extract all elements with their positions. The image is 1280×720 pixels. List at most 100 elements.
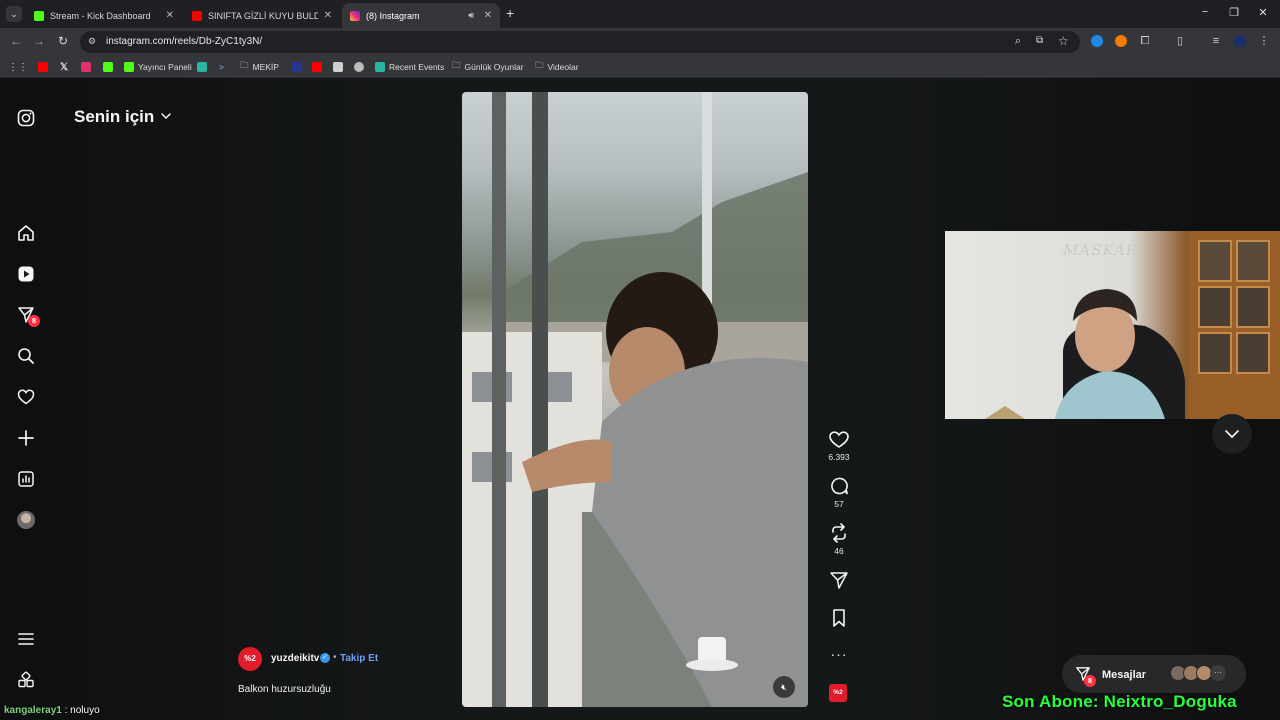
bookmark-instagram[interactable]: [81, 61, 95, 73]
speaker-icon[interactable]: 🔊︎: [468, 10, 474, 21]
reel-caption: Balkon huzursuzluğu: [238, 684, 331, 695]
bookmark-blue[interactable]: [292, 61, 306, 73]
bookmark-image[interactable]: [333, 61, 347, 73]
bookmark-kick[interactable]: [103, 61, 117, 73]
reel-video-scene: [462, 92, 808, 707]
share-icon[interactable]: [826, 570, 852, 590]
heart-icon[interactable]: [17, 388, 35, 406]
bookmark-yayinci-paneli[interactable]: Yayıncı Paneli: [124, 61, 192, 73]
bookmark-arrow[interactable]: >: [219, 61, 224, 73]
folder-icon: 🗀︎: [240, 60, 249, 70]
kick-icon: [103, 62, 113, 72]
url-text: instagram.com/reels/Db-ZyC1ty3N/: [106, 36, 263, 47]
bookmark-circle[interactable]: [354, 61, 368, 73]
webcam-overlay: MASKAR: [945, 231, 1280, 419]
bookmark-mekip[interactable]: 🗀︎ MEKİP: [240, 60, 279, 73]
like-icon[interactable]: [826, 429, 852, 449]
youtube-icon: [38, 62, 48, 72]
author-username[interactable]: yuzdeikitv: [271, 653, 319, 664]
profile-avatar-icon[interactable]: [1234, 35, 1246, 47]
close-icon[interactable]: ✕: [484, 10, 492, 21]
kick-icon: [34, 10, 44, 21]
bookmark-label: Recent Events: [389, 62, 445, 72]
media-controls-icon[interactable]: ≡: [1210, 35, 1222, 47]
side-panel-icon[interactable]: ▯: [1174, 35, 1186, 47]
bookmark-x[interactable]: 𝕏: [60, 61, 68, 73]
bookmarks-bar: ⋮⋮ 𝕏 Yayıncı Paneli > 🗀︎ MEKİP Recent Ev…: [0, 56, 1280, 78]
webcam-scene: [985, 231, 1280, 419]
more-options-icon[interactable]: ···: [826, 646, 852, 662]
profile-avatar[interactable]: [17, 511, 35, 529]
close-icon[interactable]: ✕: [324, 10, 332, 21]
tab-search-button[interactable]: ⌄: [6, 6, 22, 22]
repost-icon[interactable]: [826, 523, 852, 543]
messages-pill[interactable]: 8 ···: [1062, 655, 1246, 693]
new-tab-button[interactable]: +: [506, 5, 514, 21]
webcam-wall-sign: MASKAR: [1063, 241, 1139, 259]
audio-thumbnail[interactable]: %2: [829, 684, 847, 702]
window-close-icon[interactable]: ✕: [1256, 6, 1270, 19]
site-settings-icon[interactable]: ⚙: [88, 36, 96, 47]
extension-blue-icon[interactable]: [1091, 35, 1103, 47]
chevron-down-icon[interactable]: [160, 110, 172, 122]
streamelements-icon: [197, 62, 207, 72]
bookmark-streamelements[interactable]: [197, 61, 211, 73]
minimize-icon[interactable]: −: [1198, 6, 1212, 18]
collapse-button[interactable]: [1212, 414, 1252, 454]
zoom-icon[interactable]: ⌕: [1015, 35, 1021, 48]
bookmark-youtube-2[interactable]: [312, 61, 326, 73]
notification-badge: 8: [28, 315, 40, 327]
repost-count: 46: [834, 546, 844, 556]
x-icon: 𝕏: [60, 61, 69, 73]
forward-icon[interactable]: →: [32, 34, 46, 48]
bookmark-videolar[interactable]: 🗀︎ Videolar: [535, 60, 579, 73]
bookmark-label: Videolar: [547, 62, 579, 72]
chat-message: : noluyo: [61, 705, 100, 716]
bookmark-star-icon[interactable]: ☆: [1058, 34, 1069, 48]
extension-orange-icon[interactable]: [1115, 35, 1127, 47]
home-icon[interactable]: [17, 224, 35, 242]
reload-icon[interactable]: ↻: [56, 34, 70, 48]
reels-icon[interactable]: [17, 265, 35, 283]
mute-button[interactable]: 🔇︎: [773, 676, 795, 698]
chat-username: kangaleray1: [4, 705, 62, 716]
dashboard-icon[interactable]: [17, 470, 35, 488]
chat-overlay-line: kangaleray1 : noluyo: [4, 705, 100, 716]
author-avatar[interactable]: %2: [238, 647, 262, 671]
bookmark-gunluk-oyunlar[interactable]: 🗀︎ Günlük Oyunlar: [452, 60, 524, 73]
apps-grid-icon[interactable]: ⋮⋮: [8, 61, 28, 73]
tab-kick-dashboard[interactable]: Stream - Kick Dashboard ✕: [26, 3, 182, 28]
instagram-page: 8 Senin için 🔇︎ 6.393 57 46 ··· %2 %2 yu…: [0, 78, 1280, 720]
create-plus-icon[interactable]: [17, 429, 35, 447]
comment-icon[interactable]: [826, 476, 852, 496]
instagram-icon: [81, 62, 91, 72]
bookmark-recent-events[interactable]: Recent Events: [375, 61, 444, 73]
tab-title: SINIFTA GİZLİ KUYU BULDUK!: [208, 10, 318, 21]
tab-youtube-video[interactable]: SINIFTA GİZLİ KUYU BULDUK! ✕: [184, 3, 340, 28]
search-icon[interactable]: [17, 347, 35, 365]
more-menu-icon[interactable]: [17, 630, 35, 648]
restore-icon[interactable]: ❐: [1227, 6, 1241, 19]
play-arrow-icon: >: [219, 62, 224, 72]
install-app-icon[interactable]: ⧉: [1036, 35, 1043, 46]
reel-video[interactable]: 🔇︎: [462, 92, 808, 707]
also-from-meta-icon[interactable]: [17, 671, 35, 689]
tab-instagram[interactable]: (8) Instagram 🔊︎ ✕: [342, 3, 500, 28]
close-icon[interactable]: ✕: [166, 10, 174, 21]
save-bookmark-icon[interactable]: [826, 608, 852, 628]
messages-label: Mesajlar: [1102, 669, 1147, 681]
tab-title: Stream - Kick Dashboard: [50, 10, 151, 21]
url-field[interactable]: ⚙ instagram.com/reels/Db-ZyC1ty3N/ ⌕ ⧉ ☆: [80, 31, 1080, 53]
bookmark-youtube[interactable]: [38, 61, 52, 73]
browser-menu-icon[interactable]: ⋮: [1258, 35, 1270, 47]
messages-badge: 8: [1084, 675, 1096, 687]
extensions-puzzle-icon[interactable]: ⧠: [1139, 35, 1151, 47]
back-icon[interactable]: ←: [9, 34, 23, 48]
browser-tab-strip: ⌄ Stream - Kick Dashboard ✕ SINIFTA GİZL…: [0, 0, 1280, 28]
bookmark-label: Günlük Oyunlar: [464, 62, 524, 72]
speaker-muted-icon: 🔇︎: [781, 682, 787, 692]
follow-button[interactable]: Takip Et: [340, 653, 378, 664]
instagram-logo-icon[interactable]: [17, 109, 35, 127]
feed-title[interactable]: Senin için: [74, 107, 154, 127]
last-subscriber-overlay: Son Abone: Neixtro_Doguka: [1002, 692, 1237, 711]
